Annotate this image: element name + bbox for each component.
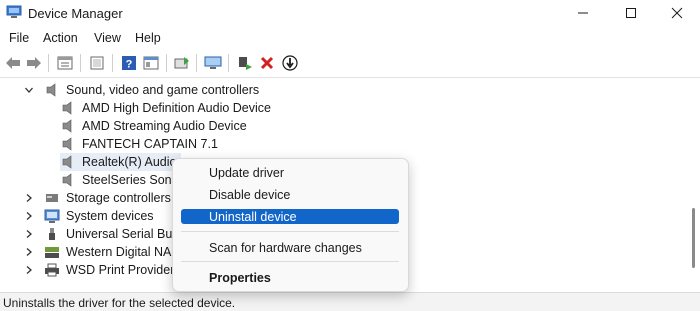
chevron-right-icon[interactable] <box>24 247 34 257</box>
scrollbar-thumb[interactable] <box>692 208 695 268</box>
tree-item-label: SteelSeries Sonar <box>82 173 183 187</box>
disable-device-button[interactable] <box>281 54 299 72</box>
menu-view[interactable]: View <box>94 31 121 45</box>
enable-device-icon <box>239 57 252 70</box>
tree-item-device[interactable]: AMD Streaming Audio Device <box>60 117 247 135</box>
forward-arrow-icon <box>27 57 41 69</box>
context-scan-hardware[interactable]: Scan for hardware changes <box>181 240 399 255</box>
nas-icon <box>45 247 59 258</box>
usb-icon <box>49 228 55 240</box>
tree-item-label: Realtek(R) Audio <box>82 155 177 169</box>
device-manager-icon <box>6 5 22 18</box>
menu-help[interactable]: Help <box>135 31 161 45</box>
tree-item-device[interactable]: SteelSeries Sonar <box>60 171 183 189</box>
tree-item-label: AMD High Definition Audio Device <box>82 101 271 115</box>
forward-button[interactable] <box>25 54 43 72</box>
tree-category-system[interactable]: System devices <box>24 207 154 225</box>
tree-category-label: Universal Serial Bus c <box>66 227 189 241</box>
tree-category-wsd[interactable]: WSD Print Provider <box>24 261 174 279</box>
tree-item-device-selected[interactable]: Realtek(R) Audio <box>60 153 181 171</box>
svg-text:?: ? <box>126 59 133 71</box>
context-disable-device[interactable]: Disable device <box>181 187 399 202</box>
status-text: Uninstalls the driver for the selected d… <box>3 296 236 310</box>
properties-icon <box>57 56 73 70</box>
chevron-right-icon[interactable] <box>24 193 34 203</box>
title-bar: Device Manager <box>0 0 700 26</box>
toolbar-separator <box>166 54 167 72</box>
context-uninstall-device[interactable]: Uninstall device <box>181 209 399 224</box>
update-driver-button[interactable] <box>173 54 191 72</box>
toolbar-separator <box>48 54 49 72</box>
speaker-icon <box>62 155 72 169</box>
tree-item-label: AMD Streaming Audio Device <box>82 119 247 133</box>
context-separator <box>181 231 399 232</box>
tree-category-nas[interactable]: Western Digital NAS <box>24 243 180 261</box>
status-bar: Uninstalls the driver for the selected d… <box>0 292 700 311</box>
context-properties[interactable]: Properties <box>181 270 399 285</box>
tree-category-usb[interactable]: Universal Serial Bus c <box>24 225 188 243</box>
tree-item-label: FANTECH CAPTAIN 7.1 <box>82 137 218 151</box>
toolbar: ? <box>0 49 700 78</box>
speaker-icon <box>46 83 56 97</box>
context-separator <box>181 261 399 262</box>
action-pane-icon <box>143 56 159 70</box>
scan-hardware-button[interactable] <box>204 54 222 72</box>
speaker-icon <box>62 101 72 115</box>
minimize-button[interactable] <box>560 0 606 26</box>
tree-category-label: Sound, video and game controllers <box>66 83 260 97</box>
menu-file[interactable]: File <box>9 31 29 45</box>
storage-icon <box>46 194 58 202</box>
context-update-driver[interactable]: Update driver <box>181 165 399 180</box>
enable-device-button[interactable] <box>236 54 254 72</box>
minimize-icon <box>578 12 588 14</box>
show-hidden-button[interactable] <box>88 54 106 72</box>
speaker-icon <box>62 119 72 133</box>
tree-item-device[interactable]: FANTECH CAPTAIN 7.1 <box>60 135 218 153</box>
toolbar-separator <box>112 54 113 72</box>
speaker-icon <box>62 137 72 151</box>
maximize-icon <box>626 8 636 18</box>
tree-category-sound[interactable]: Sound, video and game controllers <box>24 81 259 99</box>
chevron-right-icon[interactable] <box>24 265 34 275</box>
menu-bar: File Action View Help <box>0 28 700 48</box>
action-pane-button[interactable] <box>142 54 160 72</box>
chevron-right-icon[interactable] <box>24 229 34 239</box>
chevron-down-icon[interactable] <box>24 85 34 95</box>
tree-category-label: WSD Print Provider <box>66 263 175 277</box>
window-title: Device Manager <box>28 6 123 21</box>
chevron-right-icon[interactable] <box>24 211 34 221</box>
tree-category-storage[interactable]: Storage controllers <box>24 189 171 207</box>
close-icon <box>671 7 683 19</box>
toolbar-separator <box>80 54 81 72</box>
disable-device-icon <box>282 55 298 71</box>
system-devices-icon <box>44 209 60 223</box>
context-menu: Update driver Disable device Uninstall d… <box>172 158 409 292</box>
back-arrow-icon <box>6 57 20 69</box>
toolbar-separator <box>196 54 197 72</box>
speaker-icon <box>62 173 72 187</box>
update-driver-icon <box>174 57 189 69</box>
maximize-button[interactable] <box>608 0 654 26</box>
toolbar-separator <box>228 54 229 72</box>
scan-hardware-icon <box>204 56 222 69</box>
back-button[interactable] <box>4 54 22 72</box>
close-button[interactable] <box>654 0 700 26</box>
help-icon: ? <box>122 56 136 71</box>
uninstall-x-icon <box>260 56 274 70</box>
tree-category-label: Western Digital NAS <box>66 245 180 259</box>
tree-item-device[interactable]: AMD High Definition Audio Device <box>60 99 271 117</box>
properties-button[interactable] <box>56 54 74 72</box>
uninstall-button[interactable] <box>258 54 276 72</box>
tree-category-label: Storage controllers <box>66 191 171 205</box>
printer-icon <box>45 263 59 277</box>
tree-category-label: System devices <box>66 209 154 223</box>
menu-action[interactable]: Action <box>43 31 78 45</box>
help-button[interactable]: ? <box>120 54 138 72</box>
show-hidden-icon <box>90 56 104 70</box>
